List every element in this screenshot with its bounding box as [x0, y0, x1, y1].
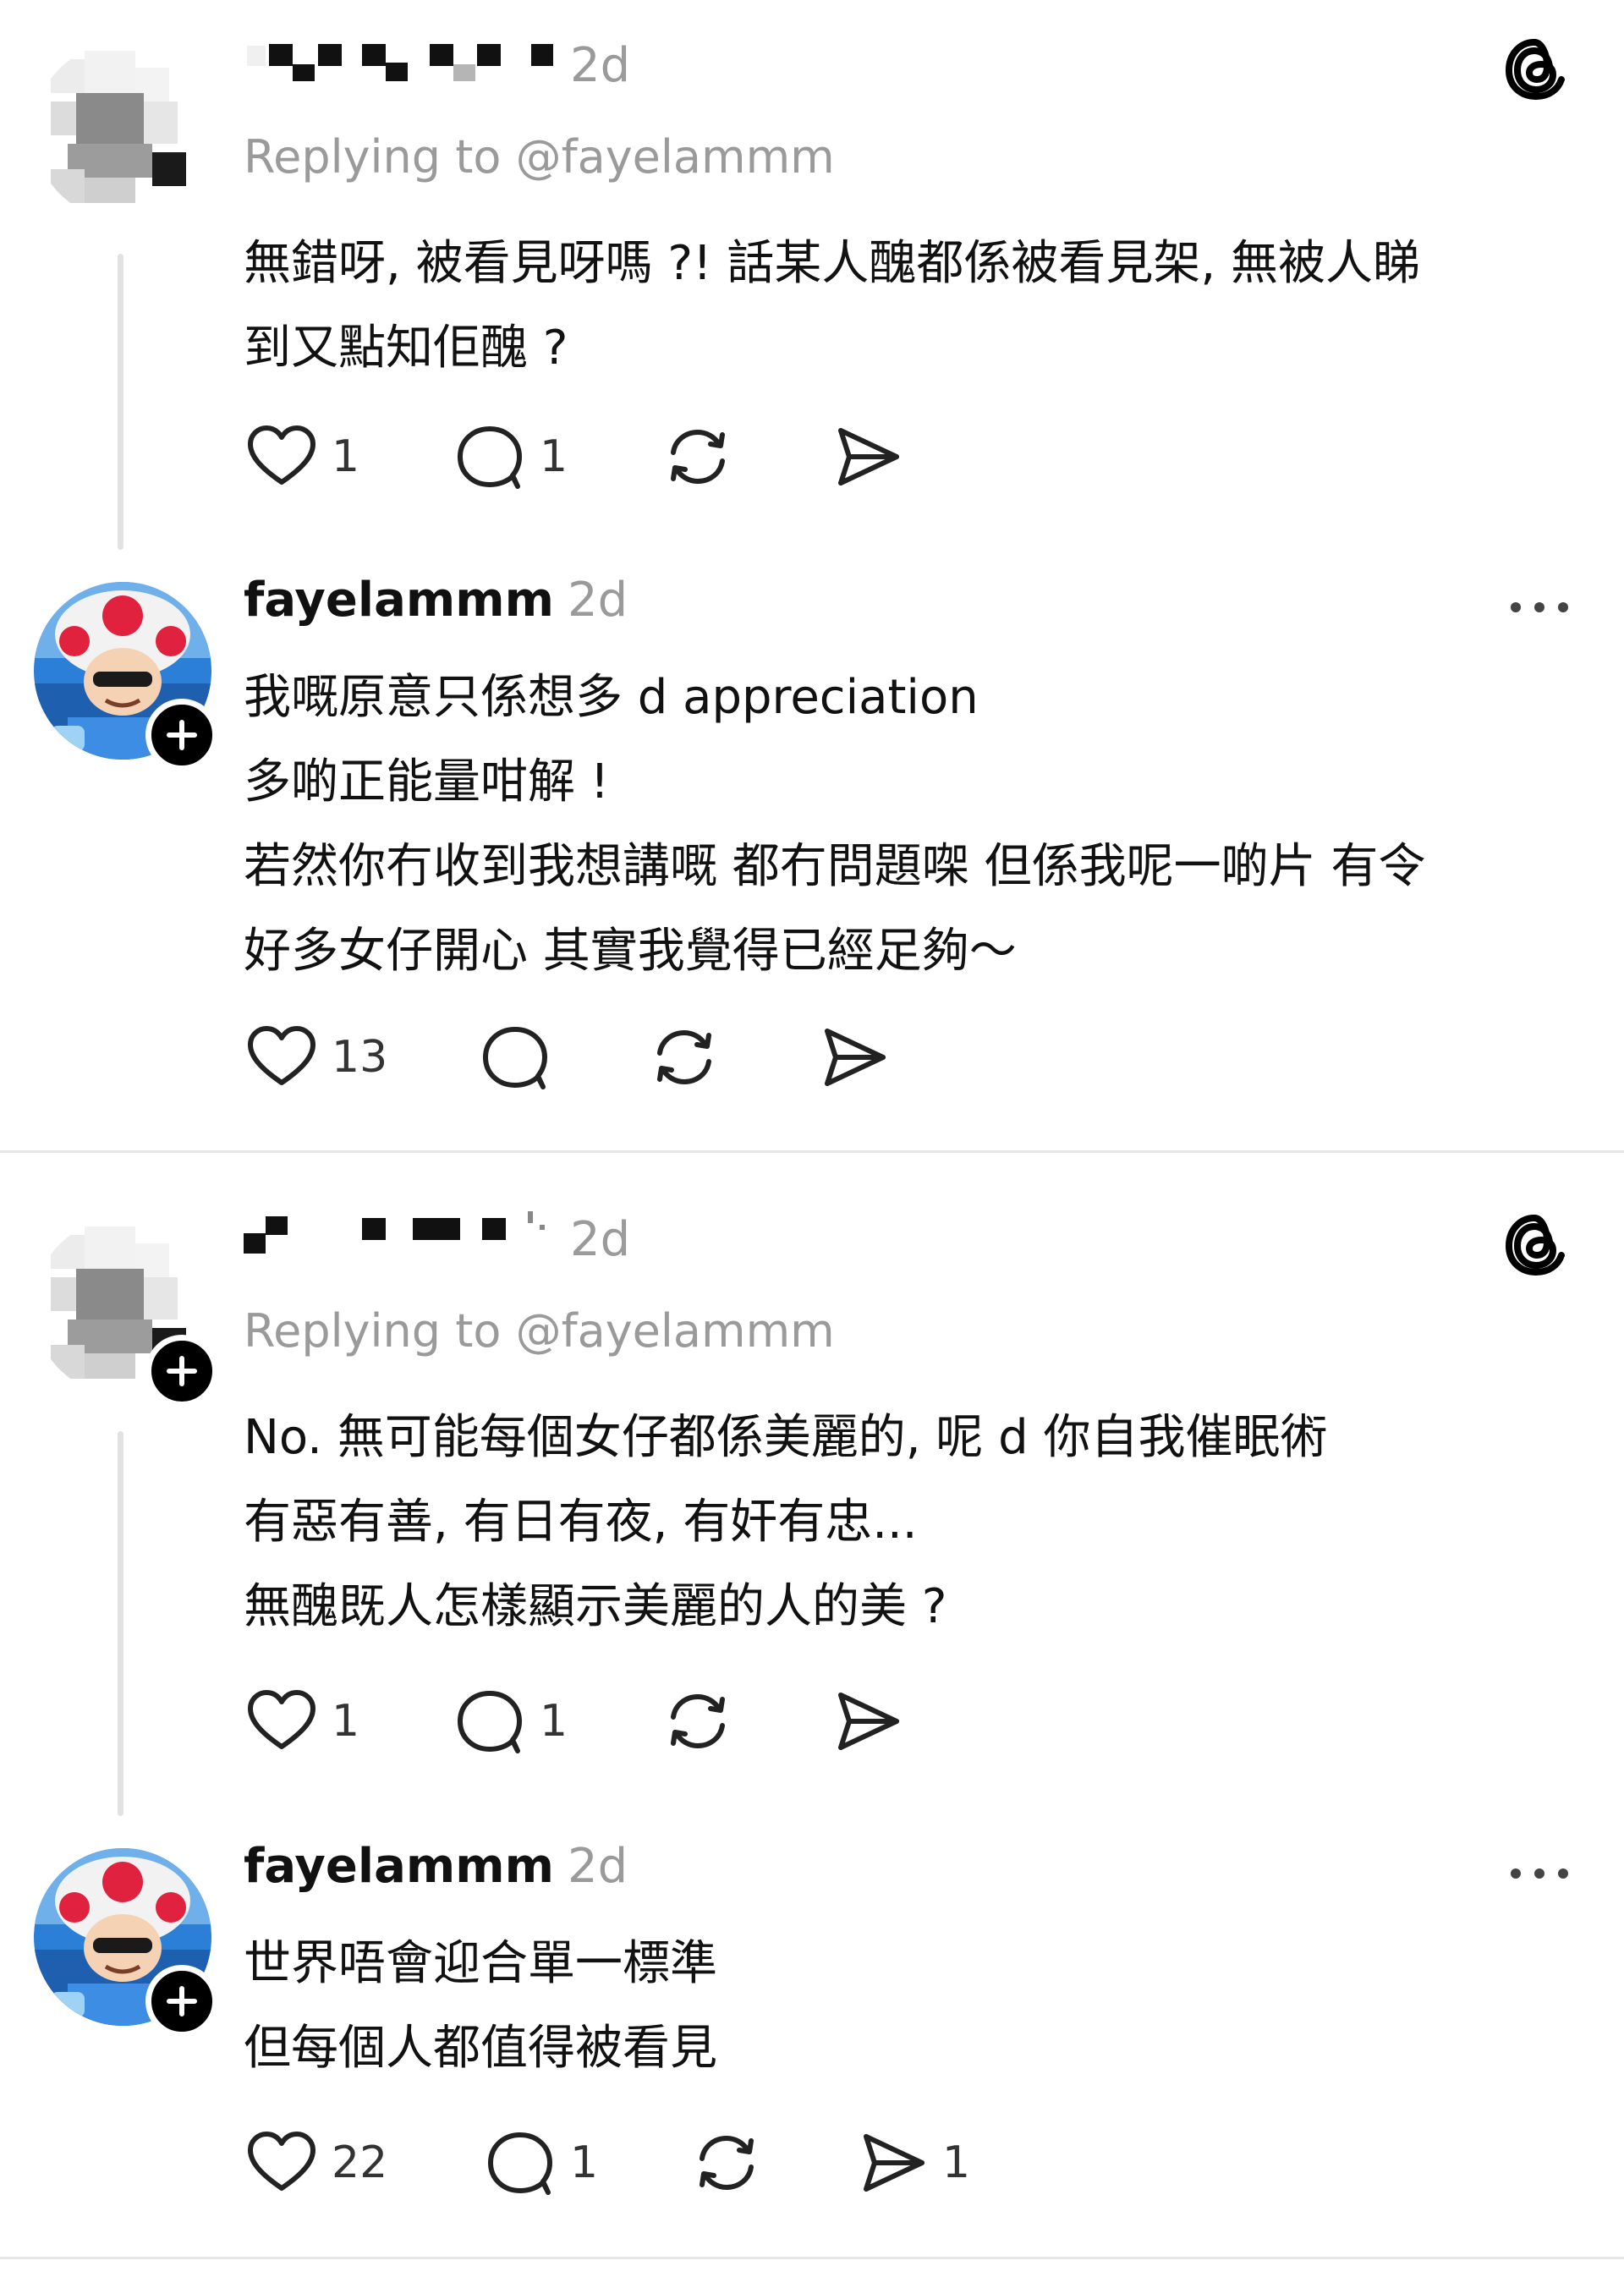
- repost-button[interactable]: [660, 1683, 829, 1759]
- comment-bubble-icon: [452, 419, 528, 495]
- post-text-line: 若然你冇收到我想講嘅 都冇問題㗎 但係我呢一啲片 有令: [244, 839, 1426, 894]
- post-text-line: 到又點知佢醜 ?: [244, 321, 568, 376]
- post-header: 2d: [244, 1208, 630, 1270]
- like-button[interactable]: 1: [244, 419, 452, 495]
- post-text-line: 好多女仔開心 其實我覺得已經足夠～: [244, 924, 1017, 979]
- post-text-line: 無醜既人怎樣顯示美麗的人的美 ?: [244, 1579, 947, 1634]
- post-header: 2d: [244, 34, 630, 96]
- post-text-line: No. 無可能每個女仔都係美麗的, 呢 d 你自我催眠術: [244, 1410, 1328, 1465]
- threads-logo-icon[interactable]: [1499, 32, 1572, 105]
- pixelated-avatar-image: [34, 42, 211, 220]
- thread-line: [118, 1431, 123, 1816]
- share-button[interactable]: [829, 1683, 905, 1759]
- reply-button[interactable]: [477, 1019, 646, 1095]
- post-body: 世界唔會迎合單一標準 但每個人都值得被看見: [244, 1922, 1563, 2091]
- send-icon: [829, 1683, 905, 1759]
- reply-button[interactable]: 1: [452, 1683, 660, 1759]
- repost-icon: [689, 2125, 765, 2201]
- action-bar: 13: [244, 1019, 892, 1095]
- heart-icon: [244, 419, 320, 495]
- like-count: 22: [332, 2137, 388, 2188]
- pixelated-name-image: [247, 44, 553, 81]
- replying-to-label[interactable]: Replying to @fayelammm: [244, 129, 835, 186]
- post-text-line: 世界唔會迎合單一標準: [244, 1936, 717, 1991]
- repost-button[interactable]: [646, 1019, 815, 1095]
- repost-icon: [660, 419, 736, 495]
- plus-icon: [166, 1355, 198, 1387]
- post-header: fayelammm 2d: [244, 1837, 628, 1896]
- post-text-line: 多啲正能量咁解 !: [244, 754, 610, 809]
- threads-replies-page: 2d Replying to @fayelammm 無錯呀, 被看見呀嗎 ?! …: [0, 0, 1624, 2277]
- share-button[interactable]: [829, 419, 905, 495]
- post-body: 無錯呀, 被看見呀嗎 ?! 話某人醜都係被看見架, 無被人睇 到又點知佢醜 ?: [244, 222, 1563, 391]
- repost-button[interactable]: [689, 2125, 854, 2201]
- send-icon: [815, 1019, 892, 1095]
- heart-icon: [244, 1019, 320, 1095]
- avatar-container[interactable]: [34, 1218, 218, 1407]
- like-count: 1: [332, 431, 360, 482]
- like-button[interactable]: 1: [244, 1683, 452, 1759]
- plus-icon: [166, 1985, 198, 2017]
- like-button[interactable]: 13: [244, 1019, 477, 1095]
- action-bar: 1 1: [244, 1683, 905, 1759]
- action-bar: 1 1: [244, 419, 905, 495]
- send-icon: [854, 2125, 930, 2201]
- share-button[interactable]: 1: [854, 2125, 970, 2201]
- repost-icon: [660, 1683, 736, 1759]
- timestamp: 2d: [570, 1212, 631, 1267]
- reply-count: 1: [540, 1696, 568, 1747]
- timestamp: 2d: [570, 38, 631, 93]
- comment-bubble-icon: [482, 2125, 558, 2201]
- avatar-container[interactable]: [34, 1848, 218, 2038]
- plus-icon: [166, 719, 198, 751]
- timestamp: 2d: [567, 1839, 628, 1894]
- post-text-line: 但每個人都值得被看見: [244, 2021, 717, 2076]
- heart-icon: [244, 1683, 320, 1759]
- like-count: 13: [332, 1032, 388, 1083]
- share-count: 1: [942, 2137, 971, 2188]
- timestamp: 2d: [567, 573, 628, 628]
- like-button[interactable]: 22: [244, 2125, 482, 2201]
- avatar-container[interactable]: [34, 582, 218, 771]
- post-body: No. 無可能每個女仔都係美麗的, 呢 d 你自我催眠術 有惡有善, 有日有夜,…: [244, 1396, 1563, 1649]
- repost-button[interactable]: [660, 419, 829, 495]
- repost-icon: [646, 1019, 722, 1095]
- comment-bubble-icon: [477, 1019, 553, 1095]
- post-text-line: 無錯呀, 被看見呀嗎 ?! 話某人醜都係被看見架, 無被人睇: [244, 236, 1420, 291]
- follow-button[interactable]: [145, 699, 218, 771]
- post-text-line: 有惡有善, 有日有夜, 有奸有忠...: [244, 1495, 918, 1550]
- username[interactable]: fayelammm: [244, 571, 554, 630]
- username[interactable]: fayelammm: [244, 1837, 554, 1896]
- more-dots-icon[interactable]: [1506, 595, 1573, 620]
- reply-button[interactable]: 1: [452, 419, 660, 495]
- avatar[interactable]: [34, 42, 211, 220]
- post-text-line: 我嘅原意只係想多 d appreciation: [244, 670, 979, 725]
- comment-bubble-icon: [452, 1683, 528, 1759]
- divider: [0, 1150, 1624, 1153]
- pixelated-name-image: [244, 1211, 545, 1254]
- action-bar: 22 1 1: [244, 2125, 970, 2201]
- follow-button[interactable]: [145, 1965, 218, 2038]
- follow-button[interactable]: [145, 1335, 218, 1407]
- avatar-container[interactable]: [34, 42, 211, 220]
- post-body: 我嘅原意只係想多 d appreciation 多啲正能量咁解 ! 若然你冇收到…: [244, 656, 1563, 994]
- threads-logo-icon[interactable]: [1499, 1208, 1572, 1281]
- send-icon: [829, 419, 905, 495]
- heart-icon: [244, 2125, 320, 2201]
- masked-username[interactable]: [244, 34, 557, 81]
- thread-line: [118, 254, 123, 550]
- reply-count: 1: [540, 431, 568, 482]
- divider: [0, 2257, 1624, 2259]
- like-count: 1: [332, 1696, 360, 1747]
- masked-username[interactable]: [244, 1208, 557, 1255]
- replying-to-label[interactable]: Replying to @fayelammm: [244, 1303, 835, 1360]
- post-header: fayelammm 2d: [244, 571, 628, 630]
- share-button[interactable]: [815, 1019, 892, 1095]
- more-dots-icon[interactable]: [1506, 1861, 1573, 1886]
- reply-button[interactable]: 1: [482, 2125, 689, 2201]
- reply-count: 1: [570, 2137, 599, 2188]
